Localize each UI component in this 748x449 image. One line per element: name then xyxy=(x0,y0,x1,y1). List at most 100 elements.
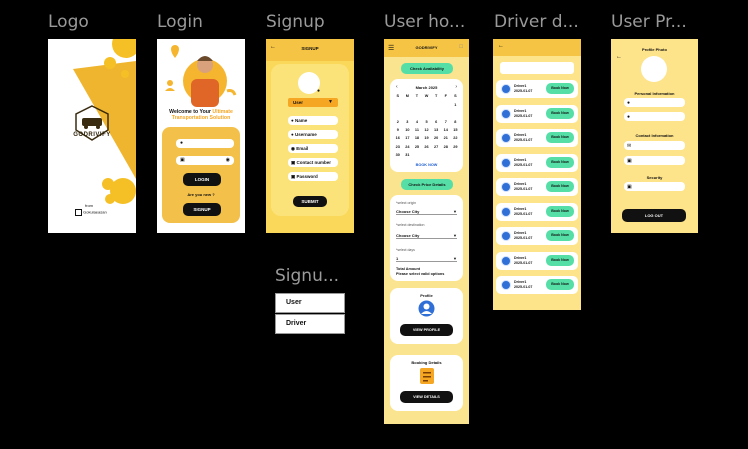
profile-phone-field[interactable]: ▣ xyxy=(624,156,685,165)
book-now-button[interactable]: Book Now xyxy=(546,83,574,94)
calendar-day[interactable]: 28 xyxy=(441,145,451,149)
login-button[interactable]: LOGIN xyxy=(183,173,221,186)
eye-icon[interactable]: ◉ xyxy=(226,156,230,165)
role-select[interactable]: User ▼ xyxy=(288,98,338,107)
password-field[interactable]: ▣ Password xyxy=(288,172,338,181)
calendar-day[interactable]: 19 xyxy=(422,136,432,140)
book-now-link[interactable]: BOOK NOW xyxy=(390,163,463,167)
driver-list-item: Driver1 2025-01-07 Book Now xyxy=(496,276,578,294)
calendar-day[interactable]: 14 xyxy=(441,128,451,132)
view-details-button[interactable]: VIEW DETAILS xyxy=(400,391,453,403)
calendar-day[interactable]: 25 xyxy=(412,145,422,149)
next-month-icon[interactable]: › xyxy=(455,84,457,90)
search-input[interactable] xyxy=(500,62,574,74)
calendar-day[interactable]: 29 xyxy=(451,145,461,149)
email-field[interactable]: ◉ Email xyxy=(288,144,338,153)
calendar-day[interactable]: 24 xyxy=(403,145,413,149)
back-arrow-icon[interactable]: ← xyxy=(616,54,622,60)
driver-date: 2025-01-07 xyxy=(514,211,533,216)
profile-username-field[interactable]: ● xyxy=(624,112,685,121)
new-user-prompt: Are you new ? xyxy=(187,192,215,197)
profile-photo[interactable] xyxy=(641,56,667,82)
calendar: ‹ March 2025 › SMTWTFS 1 2 3 4 5 6 7 8 9 10 11 12 13… xyxy=(390,79,463,172)
calendar-day[interactable]: 27 xyxy=(431,145,441,149)
calendar-day[interactable]: 30 xyxy=(393,153,403,157)
top-bar: ☰ GODRIVIFY □ xyxy=(384,39,469,57)
driver-avatar-icon xyxy=(501,84,511,94)
contact-field[interactable]: ▣ Contact number xyxy=(288,158,338,167)
days-select[interactable]: 1 ▼ xyxy=(396,256,457,262)
calendar-day[interactable]: 3 xyxy=(403,120,413,124)
signup-screen: ← SIGNUP ● User ▼ ● Name ● Username ◉ Em… xyxy=(266,39,354,233)
calendar-day[interactable]: 15 xyxy=(451,128,461,132)
calendar-day[interactable]: 31 xyxy=(403,153,413,157)
name-field[interactable]: ● Name xyxy=(288,116,338,125)
calendar-day[interactable]: 6 xyxy=(431,120,441,124)
logout-button[interactable]: LOG OUT xyxy=(622,209,686,222)
calendar-day[interactable]: 21 xyxy=(441,136,451,140)
calendar-day[interactable]: 18 xyxy=(412,136,422,140)
calendar-day[interactable]: 12 xyxy=(422,128,432,132)
calendar-day[interactable]: 26 xyxy=(422,145,432,149)
calendar-day[interactable]: 7 xyxy=(441,120,451,124)
calendar-day[interactable]: 1 xyxy=(451,103,461,107)
role-option-driver[interactable]: Driver xyxy=(275,314,345,334)
user-profile-screen: ← Profile Photo Personal Information ● ●… xyxy=(611,39,698,233)
driver-date: 2025-01-07 xyxy=(514,187,533,191)
calendar-day[interactable]: 13 xyxy=(431,128,441,132)
driver-list-item: Driver1 2025-01-07 Book Now xyxy=(496,202,578,221)
username-field[interactable]: ● Username xyxy=(288,130,338,139)
contact-info-heading: Contact Information xyxy=(635,133,674,138)
calendar-day[interactable]: 22 xyxy=(451,136,461,140)
submit-button[interactable]: SUBMIT xyxy=(293,196,327,207)
calendar-day[interactable]: 23 xyxy=(393,145,403,149)
calendar-day[interactable]: 5 xyxy=(422,120,432,124)
book-now-button[interactable]: Book Now xyxy=(546,230,574,241)
role-option-user[interactable]: User xyxy=(275,293,345,313)
calendar-day[interactable]: 17 xyxy=(403,136,413,140)
calendar-day[interactable]: 16 xyxy=(393,136,403,140)
lock-icon: ▣ xyxy=(180,157,185,163)
book-now-button[interactable]: Book Now xyxy=(546,254,574,266)
origin-select[interactable]: Choose City ▼ xyxy=(396,209,457,215)
hero-illustration xyxy=(165,45,237,107)
driver-date: 2025-01-07 xyxy=(514,285,533,289)
calendar-day[interactable]: 20 xyxy=(431,136,441,140)
lock-icon: ▣ xyxy=(291,174,296,179)
view-profile-button[interactable]: VIEW PROFILE xyxy=(400,324,453,336)
calendar-day[interactable]: 8 xyxy=(451,120,461,124)
book-now-button[interactable]: Book Now xyxy=(546,107,574,119)
chevron-down-icon: ▼ xyxy=(453,209,457,214)
check-availability-button[interactable]: Check Availability xyxy=(401,63,453,74)
book-now-button[interactable]: Book Now xyxy=(546,279,574,290)
chevron-down-icon: ▼ xyxy=(453,233,457,238)
signup-title: SIGNUP xyxy=(301,46,319,51)
back-arrow-icon[interactable]: ← xyxy=(498,43,504,49)
book-now-button[interactable]: Book Now xyxy=(546,181,574,192)
driver-date: 2025-01-07 xyxy=(514,162,533,167)
calendar-weekday: T xyxy=(434,94,438,98)
driver-list-item: Driver1 2025-01-07 Book Now xyxy=(496,227,578,245)
calendar-day[interactable]: 11 xyxy=(412,128,422,132)
trash-icon[interactable]: □ xyxy=(459,44,463,50)
password-input[interactable]: ▣ ◉ xyxy=(176,156,234,165)
book-now-button[interactable]: Book Now xyxy=(546,132,574,143)
check-price-button[interactable]: Check Price Details xyxy=(401,179,453,190)
destination-select[interactable]: Choose City ▼ xyxy=(396,233,457,239)
booking-card: Booking Details VIEW DETAILS xyxy=(390,355,463,411)
calendar-day[interactable]: 10 xyxy=(403,128,413,132)
book-now-button[interactable]: Book Now xyxy=(546,205,574,217)
signup-button[interactable]: SIGNUP xyxy=(183,203,221,216)
calendar-day[interactable]: 9 xyxy=(393,128,403,132)
frame-title-signup: Signup xyxy=(266,12,325,32)
user-icon: ● xyxy=(291,132,294,137)
calendar-day[interactable]: 4 xyxy=(412,120,422,124)
calendar-day[interactable]: 2 xyxy=(393,120,403,124)
profile-password-field[interactable]: ▣ xyxy=(624,182,685,191)
at-icon: ◉ xyxy=(291,146,295,151)
profile-name-field[interactable]: ● xyxy=(624,98,685,107)
username-input[interactable]: ● xyxy=(176,139,234,148)
camera-icon[interactable]: ● xyxy=(317,88,320,94)
book-now-button[interactable]: Book Now xyxy=(546,156,574,168)
profile-email-field[interactable]: ✉ xyxy=(624,141,685,150)
